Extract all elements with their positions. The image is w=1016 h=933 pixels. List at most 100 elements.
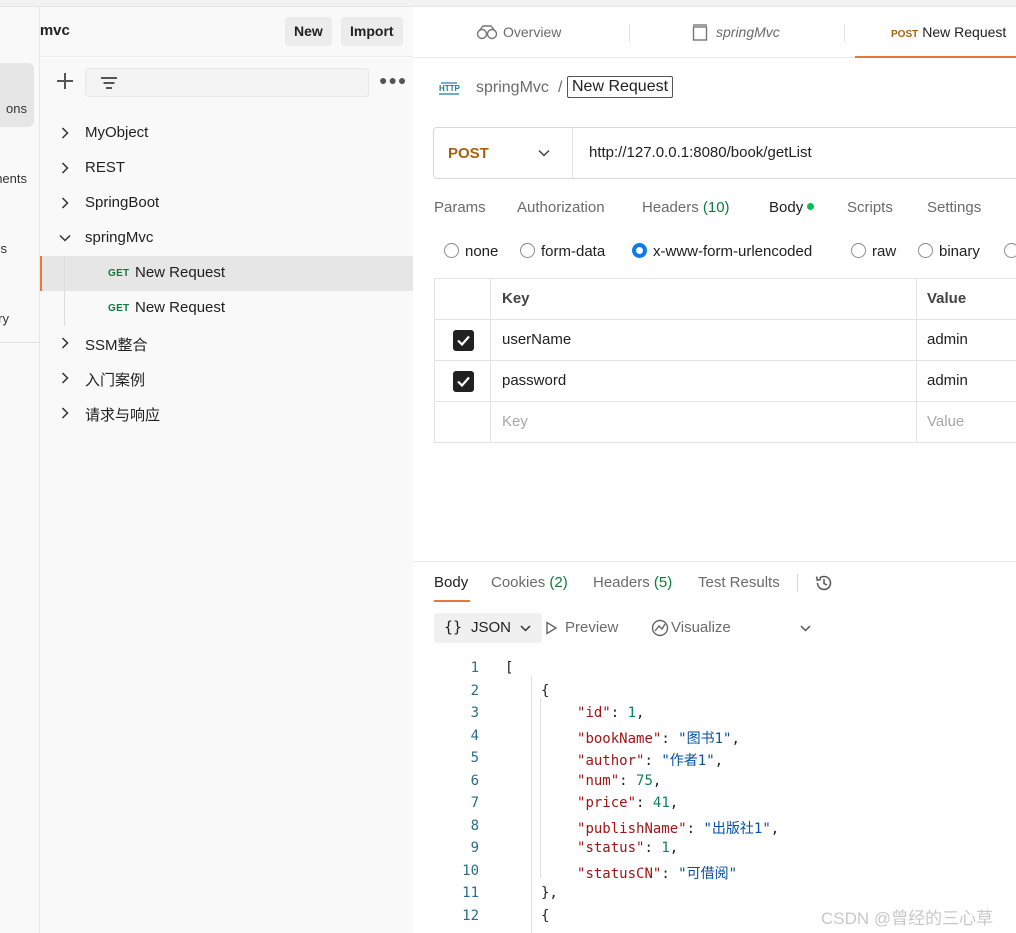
filter-input[interactable] bbox=[85, 68, 369, 97]
radio-circle bbox=[918, 243, 933, 258]
collection-item[interactable]: SSM整合 bbox=[40, 326, 413, 361]
collection-item[interactable]: springMvc bbox=[40, 221, 413, 256]
request-item[interactable]: GET New Request bbox=[40, 291, 413, 326]
chevron-right-icon[interactable] bbox=[59, 407, 71, 419]
plus-icon[interactable] bbox=[56, 72, 74, 90]
collection-item[interactable]: 入门案例 bbox=[40, 361, 413, 396]
radio-label: none bbox=[465, 243, 499, 260]
radio-binary[interactable]: binary bbox=[918, 243, 980, 260]
format-select[interactable]: {} JSON bbox=[434, 613, 542, 643]
method-select[interactable]: POST bbox=[448, 145, 489, 162]
table-cell bbox=[435, 361, 491, 401]
code-line: 9 "status": 1, bbox=[414, 840, 1016, 862]
code-line: 3 "id": 1, bbox=[414, 705, 1016, 727]
tab-overview[interactable]: Overview bbox=[476, 7, 626, 58]
code-line: 6 "num": 75, bbox=[414, 773, 1016, 795]
chevron-right-icon[interactable] bbox=[59, 372, 71, 384]
history-icon[interactable] bbox=[814, 573, 834, 593]
line-number: 12 bbox=[462, 907, 479, 924]
table-cell bbox=[435, 402, 491, 442]
tab-authorization[interactable]: Authorization bbox=[517, 199, 605, 216]
tab-new-request[interactable]: POST New Request bbox=[855, 7, 1016, 58]
url-input[interactable]: http://127.0.0.1:8080/book/getList bbox=[589, 144, 812, 161]
breadcrumb-collection[interactable]: springMvc bbox=[476, 79, 549, 97]
body-type-selector: none form-data x-www-form-urlencoded raw… bbox=[414, 243, 1016, 267]
collection-item[interactable]: REST bbox=[40, 151, 413, 186]
collection-item[interactable]: MyObject bbox=[40, 116, 413, 151]
response-tab-test-results[interactable]: Test Results bbox=[698, 574, 780, 591]
new-key-input[interactable]: Key bbox=[502, 413, 528, 430]
response-divider[interactable] bbox=[414, 561, 1016, 562]
rail-item-collections[interactable] bbox=[0, 63, 34, 127]
body-active-dot bbox=[807, 203, 815, 210]
radio-graphql[interactable] bbox=[1004, 243, 1016, 260]
line-number: 6 bbox=[470, 772, 479, 789]
code-text: "num": 75, bbox=[577, 772, 662, 789]
json-number: 41 bbox=[652, 795, 670, 811]
tab-label: Cookies bbox=[491, 574, 546, 591]
chevron-right-icon[interactable] bbox=[59, 127, 71, 139]
radio-raw[interactable]: raw bbox=[851, 243, 896, 260]
tab-settings[interactable]: Settings bbox=[927, 199, 981, 216]
braces-icon: {} bbox=[444, 618, 463, 636]
radio-none[interactable]: none bbox=[444, 243, 498, 260]
request-item[interactable]: GET New Request bbox=[40, 256, 413, 291]
import-button[interactable]: Import bbox=[341, 17, 403, 46]
more-options-icon[interactable]: ●●● bbox=[379, 72, 407, 88]
param-key[interactable]: password bbox=[502, 372, 566, 389]
url-bar: POST http://127.0.0.1:8080/book/getList bbox=[433, 127, 1016, 179]
cookies-count: (2) bbox=[549, 574, 568, 591]
tab-springmvc[interactable]: springMvc bbox=[692, 7, 822, 58]
json-key: statusCN bbox=[585, 865, 653, 882]
column-header-value: Value bbox=[927, 290, 967, 307]
response-tab-body[interactable]: Body bbox=[434, 574, 468, 591]
param-value[interactable]: admin bbox=[927, 372, 968, 389]
request-name-input[interactable]: New Request bbox=[567, 76, 674, 98]
row-checkbox[interactable] bbox=[453, 330, 474, 351]
radio-form-data[interactable]: form-data bbox=[520, 243, 605, 260]
active-tab-indicator bbox=[434, 600, 470, 602]
new-button[interactable]: New bbox=[285, 17, 332, 46]
response-body-editor[interactable]: 1[2{3 "id": 1, 4 "bookName": "图书1", 5 "author… bbox=[414, 653, 1016, 933]
response-tab-headers[interactable]: Headers (5) bbox=[593, 574, 672, 591]
rail-item-label[interactable]: nents bbox=[0, 171, 27, 186]
collection-item[interactable]: 请求与响应 bbox=[40, 396, 413, 431]
table-header: Key Value bbox=[435, 279, 1016, 320]
param-value[interactable]: admin bbox=[927, 331, 968, 348]
visualize-button[interactable]: Visualize bbox=[671, 619, 731, 636]
url-divider bbox=[572, 128, 573, 178]
tab-separator bbox=[629, 24, 630, 42]
json-string: 出版社1 bbox=[711, 820, 763, 837]
preview-button[interactable]: Preview bbox=[565, 619, 618, 636]
new-value-input[interactable]: Value bbox=[927, 413, 964, 430]
row-checkbox[interactable] bbox=[453, 371, 474, 392]
overview-icon bbox=[476, 25, 498, 40]
chevron-right-icon[interactable] bbox=[59, 162, 71, 174]
json-number: 1 bbox=[627, 705, 637, 721]
line-number: 8 bbox=[470, 817, 479, 834]
rail-item-label[interactable]: ry bbox=[0, 311, 9, 326]
column-header-key: Key bbox=[502, 290, 530, 307]
chevron-right-icon[interactable] bbox=[59, 197, 71, 209]
radio-circle bbox=[1004, 243, 1016, 258]
chevron-right-icon[interactable] bbox=[59, 337, 71, 349]
tab-label: New Request bbox=[922, 24, 1007, 40]
param-key[interactable]: userName bbox=[502, 331, 571, 348]
chevron-down-icon[interactable] bbox=[59, 232, 71, 244]
tab-headers[interactable]: Headers (10) bbox=[642, 199, 730, 216]
chevron-down-icon[interactable] bbox=[800, 623, 811, 634]
rail-item-label[interactable]: s bbox=[1, 241, 8, 256]
chevron-down-icon bbox=[520, 625, 531, 632]
chevron-down-icon[interactable] bbox=[538, 147, 550, 159]
json-key: author bbox=[585, 753, 637, 769]
rail-item-label[interactable]: ons bbox=[6, 101, 27, 116]
tab-scripts[interactable]: Scripts bbox=[847, 199, 893, 216]
column-divider bbox=[916, 279, 917, 319]
tree-indent-guide bbox=[64, 256, 65, 326]
response-tab-cookies[interactable]: Cookies (2) bbox=[491, 574, 568, 591]
collection-item[interactable]: SpringBoot bbox=[40, 186, 413, 221]
radio-urlencoded[interactable]: x-www-form-urlencoded bbox=[632, 243, 812, 260]
tab-body[interactable]: Body bbox=[769, 199, 815, 216]
tab-params[interactable]: Params bbox=[434, 199, 486, 216]
table-row: userName admin bbox=[435, 320, 1016, 361]
